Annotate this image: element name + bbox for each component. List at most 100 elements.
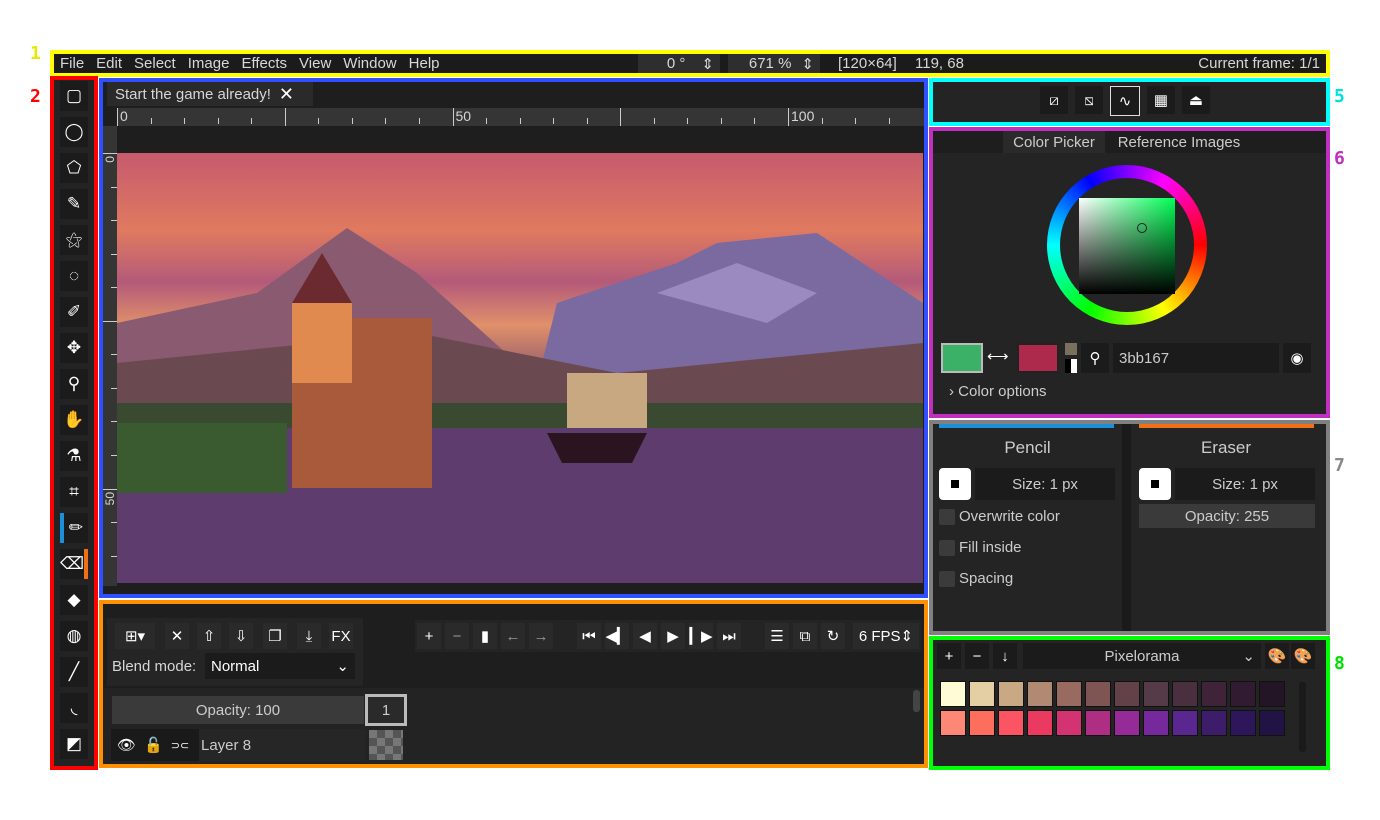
move-frame-left-button[interactable]: ← [501,623,525,649]
color-mode-button[interactable]: ◉ [1283,343,1311,373]
frame-header-1[interactable]: 1 [365,694,407,726]
palette-swatch[interactable] [1259,681,1285,707]
palette-swatch[interactable] [940,710,966,736]
hex-input[interactable]: 3bb167 [1113,343,1279,373]
palette-swatch[interactable] [1056,681,1082,707]
move-frame-right-button[interactable]: → [529,623,553,649]
palette-swatch[interactable] [1085,710,1111,736]
timeline-scrollbar[interactable] [913,690,920,712]
palette-swatch[interactable] [1172,710,1198,736]
tool-pencil[interactable]: ✏ [60,513,88,543]
palette-swatch[interactable] [1027,710,1053,736]
play-button[interactable]: ▶ [661,623,685,649]
add-frame-button[interactable]: + [417,623,441,649]
layer-fx-button[interactable]: FX [329,623,353,649]
new-palette-icon[interactable]: 🎨 [1291,643,1315,669]
tool-zoom[interactable]: ⚲ [60,369,88,399]
link-icon[interactable]: ⊃⊂ [171,739,189,752]
layer-opacity-slider[interactable]: Opacity: 100 [112,696,364,724]
tool-shading[interactable]: ◍ [60,621,88,651]
lock-icon[interactable]: 🔓 [144,736,163,754]
remove-color-button[interactable]: − [965,643,989,669]
eyedropper-icon[interactable]: ⚲ [1081,343,1109,373]
palette-swatch[interactable] [1027,681,1053,707]
sort-palette-button[interactable]: ↓ [993,643,1017,669]
menu-help[interactable]: Help [403,55,446,72]
previous-frame-button[interactable]: ◀ [633,623,657,649]
menu-image[interactable]: Image [182,55,236,72]
palette-swatch[interactable] [1143,681,1169,707]
fps-spinbox[interactable]: 6 FPS ⇕ [853,623,919,649]
palette-swatch[interactable] [1114,681,1140,707]
brush-size-spinbox[interactable]: Size: 1 px [975,468,1115,500]
color-options-toggle[interactable]: › Color options [949,383,1047,400]
dynamics-icon[interactable]: ⏏ [1182,86,1210,114]
menu-edit[interactable]: Edit [90,55,128,72]
pixel-art-canvas[interactable] [117,153,923,583]
remove-layer-button[interactable]: ✕ [165,623,189,649]
clone-frame-button[interactable]: ▮ [473,623,497,649]
tool-move[interactable]: ✥ [60,333,88,363]
fill-inside-checkbox[interactable]: Fill inside [939,539,1022,557]
brush-size-spinbox[interactable]: Size: 1 px [1175,468,1315,500]
mirror-h-icon[interactable]: ⧄ [1040,86,1068,114]
primary-color-swatch[interactable] [941,343,983,373]
tool-shape[interactable]: ◩ [60,729,88,759]
palette-swatch[interactable] [1114,710,1140,736]
tool-curve[interactable]: ◟ [60,693,88,723]
edit-palette-icon[interactable]: 🎨 [1265,643,1289,669]
swap-colors-icon[interactable]: ⟷ [987,347,1009,365]
menu-window[interactable]: Window [337,55,402,72]
tool-bucket[interactable]: ◆ [60,585,88,615]
palette-swatch[interactable] [998,710,1024,736]
palette-swatch[interactable] [940,681,966,707]
palette-swatch[interactable] [1085,681,1111,707]
brush-button[interactable] [939,468,971,500]
tool-color-select[interactable]: ✎ [60,189,88,219]
spacing-checkbox[interactable]: Spacing [939,570,1013,588]
mirror-v-icon[interactable]: ⧅ [1075,86,1103,114]
tool-line[interactable]: ╱ [60,657,88,687]
horizontal-ruler[interactable]: 0 50 100 [117,108,924,126]
tool-polygon-select[interactable]: ⬠ [60,153,88,183]
palette-swatch[interactable] [1201,710,1227,736]
merge-down-button[interactable]: ⤓ [297,623,321,649]
tab-reference-images[interactable]: Reference Images [1106,131,1252,153]
rotation-spinbox[interactable]: 0 ° ⇕ [638,54,720,73]
eraser-opacity-slider[interactable]: Opacity: 255 [1139,504,1315,528]
palette-swatch[interactable] [1201,681,1227,707]
play-backwards-button[interactable]: ◀▎ [605,623,629,649]
overwrite-color-checkbox[interactable]: Overwrite color [939,508,1060,526]
add-color-button[interactable]: + [937,643,961,669]
palette-swatch[interactable] [1230,681,1256,707]
palette-swatch[interactable] [1056,710,1082,736]
menu-select[interactable]: Select [128,55,182,72]
vertical-ruler[interactable]: 0 50 [103,126,117,586]
next-frame-button[interactable]: ▎▶ [689,623,713,649]
tab-color-picker[interactable]: Color Picker [1003,131,1105,153]
brush-button[interactable] [1139,468,1171,500]
eye-icon[interactable]: 👁 [117,736,136,754]
palette-scrollbar[interactable] [1299,682,1306,752]
tool-eraser[interactable]: ⌫ [60,549,88,579]
loop-button[interactable]: ↻ [821,623,845,649]
tool-rectangle-select[interactable]: ▢ [60,81,88,111]
last-frame-button[interactable]: ⏭ [717,623,741,649]
layer-name[interactable]: Layer 8 [199,729,365,761]
palette-swatch[interactable] [1172,681,1198,707]
pixel-perfect-icon[interactable]: ∿ [1110,86,1140,116]
palette-swatch[interactable] [1259,710,1285,736]
tool-ellipse-select[interactable]: ◯ [60,117,88,147]
close-icon[interactable]: ✕ [279,84,294,105]
cel-thumbnail[interactable] [369,730,403,760]
move-layer-up-button[interactable]: ⇧ [197,623,221,649]
tool-paint-select[interactable]: ✐ [60,297,88,327]
tool-color-picker[interactable]: ⚗ [60,441,88,471]
add-layer-button[interactable]: ⊞▾ [115,623,155,649]
saturation-value-square[interactable] [1079,198,1175,294]
move-layer-down-button[interactable]: ⇩ [229,623,253,649]
menu-effects[interactable]: Effects [235,55,293,72]
blend-mode-select[interactable]: Normal ⌄ [205,653,355,679]
palette-swatch[interactable] [969,681,995,707]
palette-swatch[interactable] [969,710,995,736]
